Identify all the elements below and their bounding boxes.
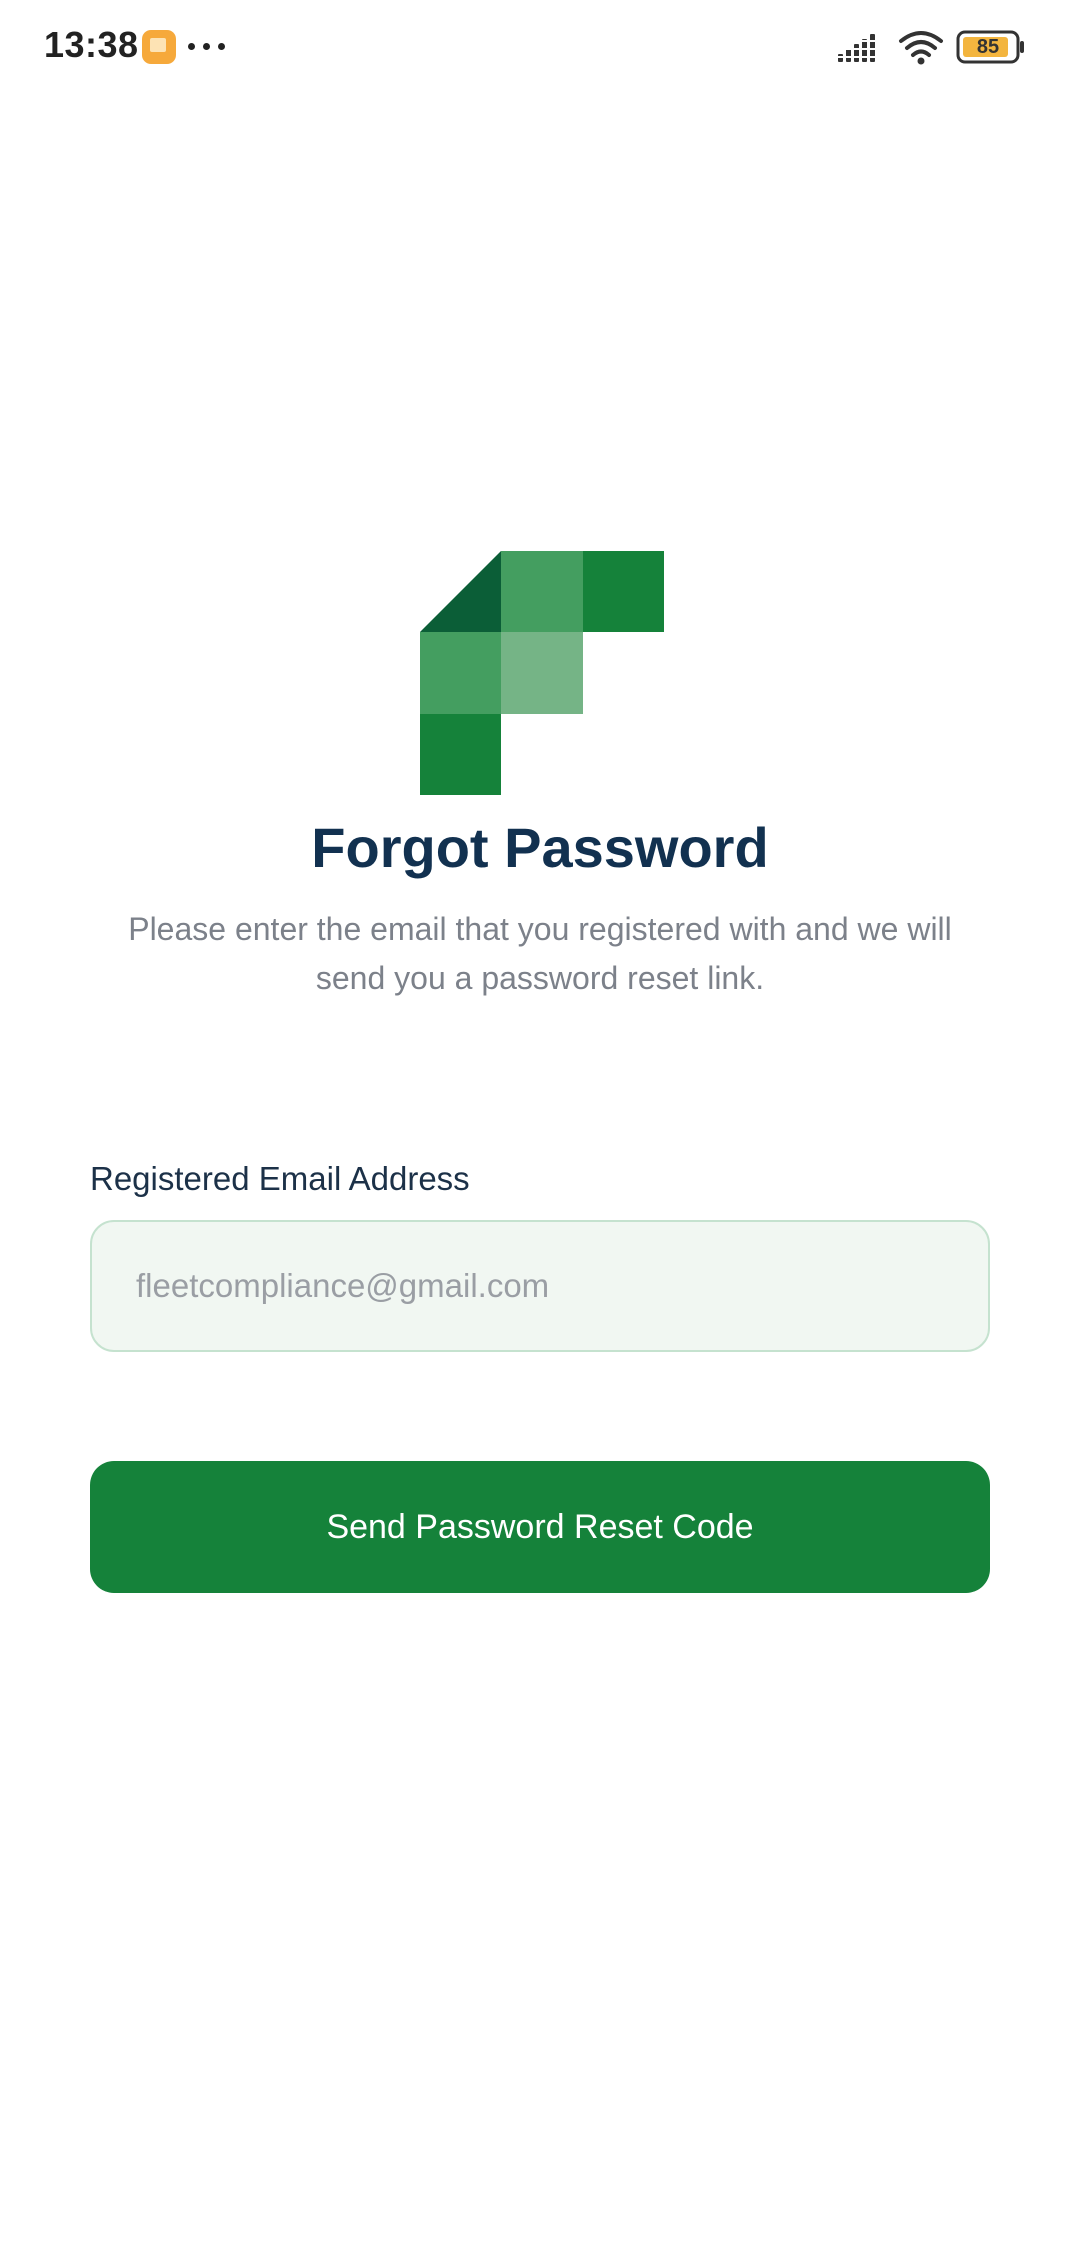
email-field-label: Registered Email Address: [90, 1160, 470, 1197]
more-dots-icon: [188, 43, 228, 51]
status-bar: 13:38 85: [0, 0, 1080, 96]
email-input[interactable]: [92, 1222, 988, 1350]
brand-logo-icon: [420, 551, 664, 795]
wifi-icon: [899, 31, 943, 65]
battery-level: 85: [976, 36, 1000, 58]
status-time: 13:38: [44, 24, 139, 65]
notification-app-icon: [142, 30, 176, 64]
page-subtitle: Please enter the email that you register…: [128, 911, 952, 996]
cellular-signal-icon: [838, 34, 882, 62]
page-title: Forgot Password: [311, 816, 769, 879]
forgot-password-screen: 13:38 85 Forgot Password Please enter th…: [0, 0, 1080, 2246]
send-reset-code-button[interactable]: Send Password Reset Code: [90, 1461, 990, 1593]
email-field: [90, 1220, 990, 1352]
